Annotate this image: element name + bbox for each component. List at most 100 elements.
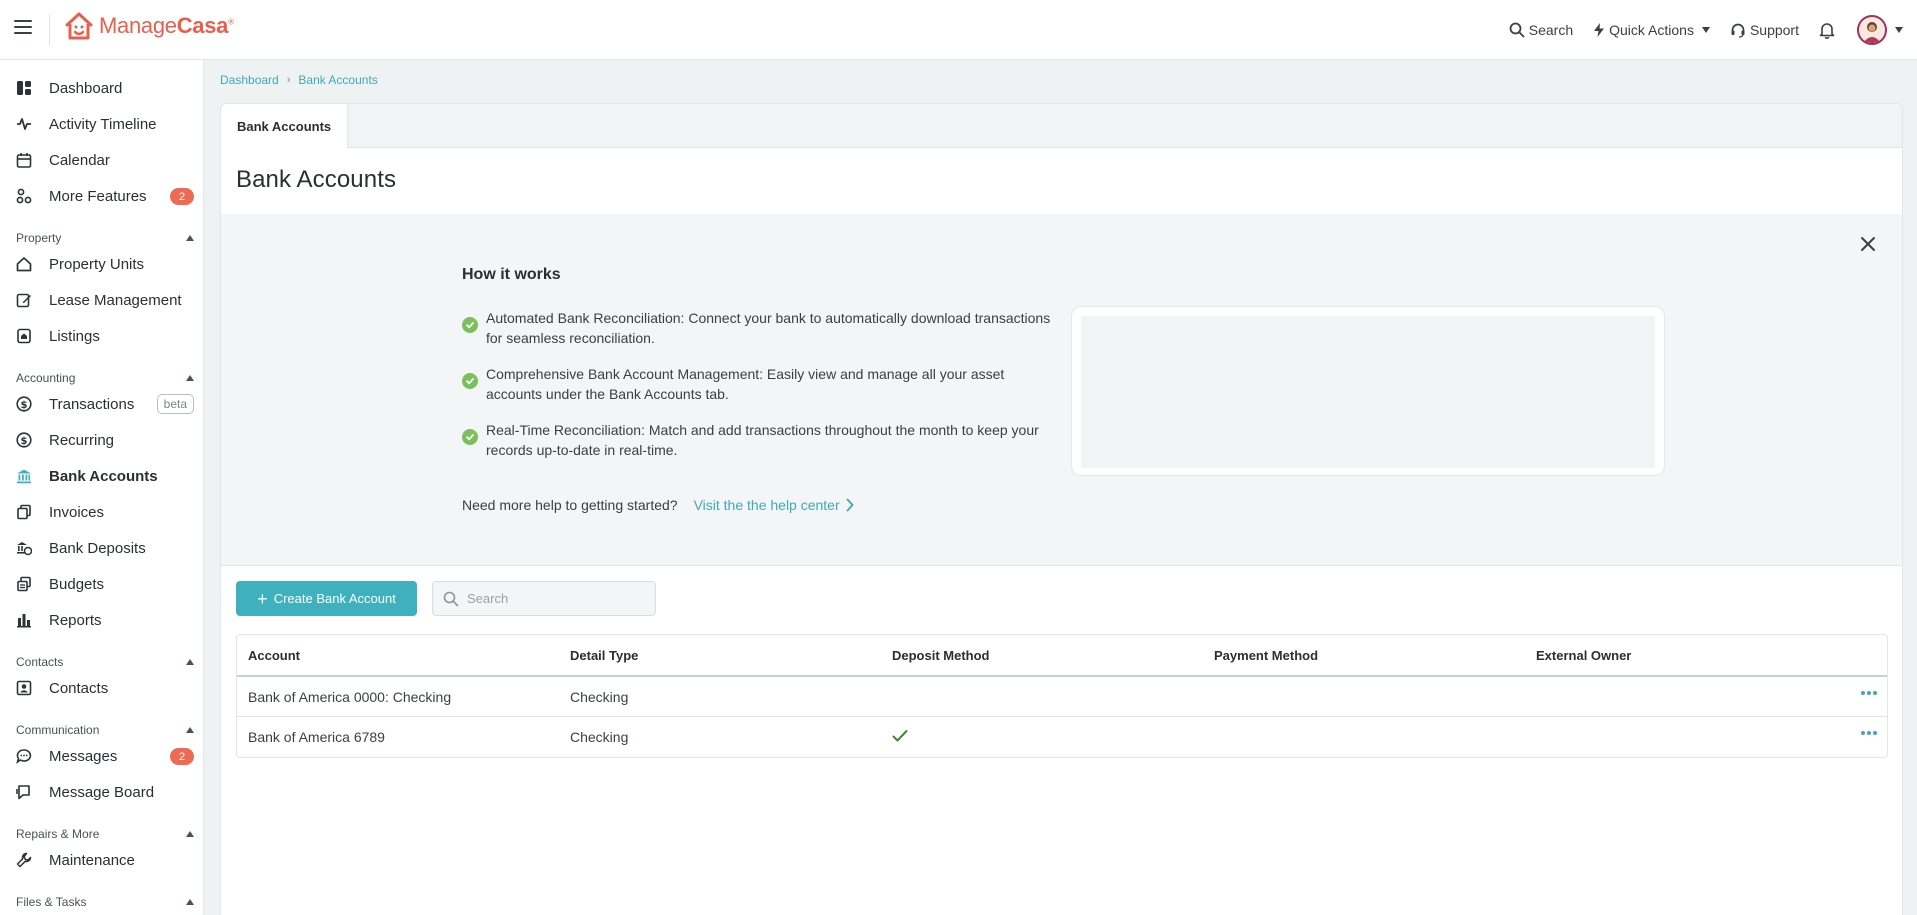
- video-placeholder: [1081, 316, 1655, 468]
- table-header: Account Detail Type Deposit Method Payme…: [237, 635, 1887, 677]
- top-bar: ManageCasa® Search Quick Actions Support: [0, 0, 1917, 60]
- edit-document-icon: [15, 291, 33, 309]
- user-menu[interactable]: [1857, 15, 1903, 45]
- section-files-header[interactable]: Files & Tasks: [16, 894, 194, 910]
- activity-icon: [15, 115, 33, 133]
- sidebar-item-message-board[interactable]: Message Board: [0, 776, 203, 808]
- chevron-up-icon: [186, 375, 194, 381]
- more-options-icon[interactable]: [1859, 691, 1877, 695]
- chevron-up-icon: [186, 831, 194, 837]
- main-panel: Bank Accounts Bank Accounts How it works…: [220, 103, 1903, 915]
- column-header-payment-method[interactable]: Payment Method: [1203, 648, 1525, 663]
- check-circle-icon: [462, 317, 478, 333]
- sidebar-item-contacts[interactable]: Contacts: [0, 672, 203, 704]
- search-box: [432, 581, 656, 616]
- lightning-icon: [1594, 23, 1605, 37]
- how-it-works-point: Automated Bank Reconciliation: Connect y…: [462, 308, 1062, 348]
- budget-icon: [15, 575, 33, 593]
- check-circle-icon: [462, 429, 478, 445]
- cell-detail-type: Checking: [570, 729, 629, 745]
- cell-account: Bank of America 0000: Checking: [248, 688, 452, 705]
- bank-accounts-table: Account Detail Type Deposit Method Payme…: [236, 634, 1888, 758]
- support-button[interactable]: Support: [1730, 22, 1799, 38]
- sidebar-item-recurring[interactable]: $ Recurring: [0, 424, 203, 456]
- chevron-right-icon: [846, 498, 854, 512]
- breadcrumb-bank-accounts[interactable]: Bank Accounts: [298, 73, 377, 87]
- sidebar-item-messages[interactable]: Messages 2: [0, 740, 203, 772]
- section-property-header[interactable]: Property: [16, 230, 194, 246]
- cell-deposit-method: [881, 729, 1203, 746]
- dashboard-icon: [15, 79, 33, 97]
- breadcrumb-separator-icon: ›: [286, 74, 291, 86]
- dollar-circle-icon: $: [15, 395, 33, 413]
- topbar-divider: [49, 14, 50, 46]
- table-row[interactable]: Bank of America 0000: Checking Checking: [237, 677, 1887, 717]
- section-accounting-header[interactable]: Accounting: [16, 370, 194, 386]
- notifications-bell-icon[interactable]: [1819, 21, 1835, 39]
- home-icon: [15, 255, 33, 273]
- dollar-circle-icon: $: [15, 431, 33, 449]
- cell-detail-type: Checking: [570, 688, 629, 705]
- check-circle-icon: [462, 373, 478, 389]
- brand-logo[interactable]: ManageCasa®: [64, 12, 234, 40]
- search-button[interactable]: Search: [1509, 22, 1573, 38]
- tab-bank-accounts[interactable]: Bank Accounts: [221, 104, 349, 149]
- sidebar-item-maintenance[interactable]: Maintenance: [0, 844, 203, 876]
- cell-account: Bank of America 6789: [248, 729, 385, 745]
- search-input[interactable]: [467, 591, 647, 606]
- headset-icon: [1731, 23, 1745, 38]
- sidebar-item-reports[interactable]: Reports: [0, 604, 203, 636]
- brand-name: ManageCasa®: [99, 13, 234, 38]
- svg-text:$: $: [21, 436, 28, 447]
- create-bank-account-button[interactable]: + Create Bank Account: [236, 581, 417, 616]
- sidebar-item-transactions[interactable]: $ Transactions beta: [0, 388, 203, 420]
- how-it-works-title: How it works: [462, 266, 561, 283]
- column-header-external-owner[interactable]: External Owner: [1525, 648, 1847, 663]
- help-center-link[interactable]: Visit the the help center: [694, 497, 854, 513]
- more-options-icon[interactable]: [1859, 731, 1877, 735]
- plus-icon: +: [257, 588, 268, 609]
- contact-card-icon: [15, 679, 33, 697]
- tab-strip: Bank Accounts: [221, 104, 1902, 149]
- section-repairs-header[interactable]: Repairs & More: [16, 826, 194, 842]
- wrench-icon: [15, 851, 33, 869]
- sidebar-item-bank-deposits[interactable]: Bank Deposits: [0, 532, 203, 564]
- table-row[interactable]: Bank of America 6789 Checking: [237, 717, 1887, 757]
- video-card[interactable]: [1071, 306, 1665, 476]
- close-icon[interactable]: [1858, 234, 1878, 254]
- help-question: Need more help to getting started?: [462, 497, 678, 513]
- sidebar-item-activity-timeline[interactable]: Activity Timeline: [0, 108, 203, 140]
- breadcrumb-dashboard[interactable]: Dashboard: [220, 73, 279, 87]
- chevron-up-icon: [186, 659, 194, 665]
- section-communication-header[interactable]: Communication: [16, 722, 194, 738]
- sidebar-item-more-features[interactable]: More Features 2: [0, 180, 203, 212]
- menu-toggle-icon[interactable]: [14, 20, 32, 36]
- chevron-down-icon: [1895, 27, 1903, 33]
- bank-icon: [15, 467, 33, 485]
- checkmark-icon: [892, 729, 908, 741]
- breadcrumb: Dashboard › Bank Accounts: [220, 73, 378, 87]
- count-badge: 2: [170, 748, 194, 765]
- sidebar-item-bank-accounts[interactable]: Bank Accounts: [0, 460, 203, 492]
- column-header-detail-type[interactable]: Detail Type: [559, 648, 881, 663]
- sidebar-item-calendar[interactable]: Calendar: [0, 144, 203, 176]
- sidebar-item-lease-management[interactable]: Lease Management: [0, 284, 203, 316]
- chevron-up-icon: [186, 727, 194, 733]
- quick-actions-button[interactable]: Quick Actions: [1593, 22, 1710, 38]
- chat-bubble-icon: [15, 747, 33, 765]
- how-it-works-panel: How it works Automated Bank Reconciliati…: [221, 214, 1902, 566]
- sidebar-item-invoices[interactable]: Invoices: [0, 496, 203, 528]
- column-header-account[interactable]: Account: [237, 648, 559, 663]
- deposit-icon: [15, 539, 33, 557]
- section-contacts-header[interactable]: Contacts: [16, 654, 194, 670]
- page-title: Bank Accounts: [236, 166, 397, 193]
- sidebar-item-listings[interactable]: Listings: [0, 320, 203, 352]
- column-header-deposit-method[interactable]: Deposit Method: [881, 648, 1203, 663]
- sidebar-item-budgets[interactable]: Budgets: [0, 568, 203, 600]
- sidebar-item-property-units[interactable]: Property Units: [0, 248, 203, 280]
- count-badge: 2: [170, 188, 194, 205]
- sidebar-item-dashboard[interactable]: Dashboard: [0, 72, 203, 104]
- sidebar: Dashboard Activity Timeline Calendar Mor…: [0, 60, 204, 915]
- chevron-up-icon: [186, 899, 194, 905]
- avatar: [1857, 15, 1887, 45]
